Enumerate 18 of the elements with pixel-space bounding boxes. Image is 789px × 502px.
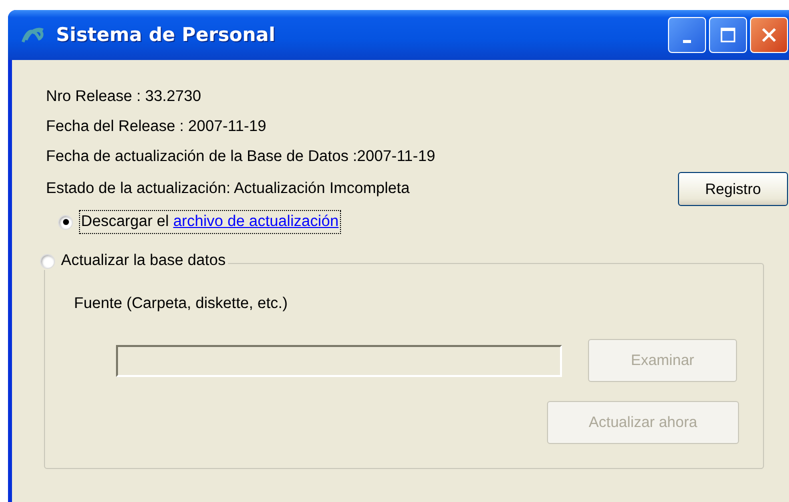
minimize-icon	[683, 40, 691, 42]
source-label: Fuente (Carpeta, diskette, etc.)	[74, 294, 289, 314]
option-label: Actualizar la base datos	[61, 252, 226, 270]
info-text: Estado de la actualización: Actualización Imcompleta	[46, 179, 410, 199]
radio-button[interactable]	[40, 254, 55, 268]
close-icon	[761, 27, 777, 43]
info-text: Nro Release : 33.2730	[46, 87, 202, 107]
minimize-button[interactable]	[668, 17, 706, 53]
window-title: Sistema de Personal	[56, 24, 276, 46]
download-link[interactable]: archivo de actualización	[173, 213, 339, 230]
radio-button[interactable]	[58, 214, 73, 230]
registro-button[interactable]: Registro	[678, 172, 788, 206]
info-text: Fecha del Release : 2007-11-19	[46, 117, 268, 137]
maximize-icon	[720, 27, 736, 43]
option-label: Descargar el archivo de actualización	[79, 210, 341, 234]
close-button[interactable]	[750, 17, 788, 53]
maximize-button[interactable]	[709, 17, 747, 53]
info-text: Fecha de actualización de la Base de Datos :2007-11-19	[46, 147, 436, 167]
